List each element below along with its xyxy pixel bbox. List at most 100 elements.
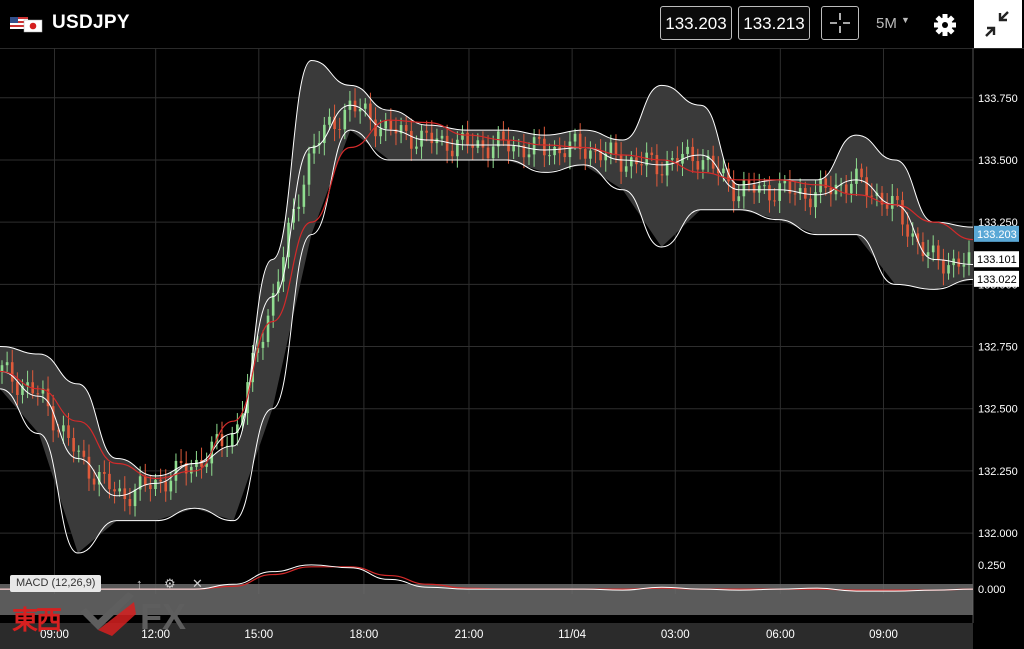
- candle-body: [92, 478, 96, 485]
- candle-body: [164, 481, 168, 492]
- crosshair-button[interactable]: [821, 6, 859, 40]
- macd-y-tick-label: 0.000: [978, 584, 1006, 596]
- candle-body: [261, 341, 265, 348]
- close-icon[interactable]: ✕: [192, 576, 203, 592]
- candle-body: [307, 153, 311, 185]
- x-tick-label: 18:00: [350, 629, 379, 641]
- y-tick-label: 132.000: [978, 528, 1018, 540]
- arrow-up-icon[interactable]: ↑: [136, 576, 143, 591]
- candle-body: [384, 119, 388, 129]
- chevron-down-icon: ▼: [901, 15, 910, 25]
- timeframe-value: 5M: [876, 15, 897, 32]
- candle-body: [220, 434, 224, 447]
- candle-body: [896, 195, 899, 201]
- current-price-tag: 133.203: [977, 229, 1017, 241]
- bid-price-button[interactable]: 133.203: [660, 6, 732, 40]
- candle-body: [149, 484, 152, 490]
- candle-body: [855, 168, 858, 184]
- candle-body: [563, 153, 567, 158]
- candle-body: [108, 473, 111, 490]
- moving-average-line: [0, 119, 974, 479]
- us-jp-flags-icon: [10, 17, 43, 33]
- candle-body: [62, 425, 65, 432]
- candle-body: [425, 130, 428, 133]
- candle-body: [230, 433, 234, 446]
- candle-body: [793, 193, 797, 195]
- candle-body: [543, 138, 546, 156]
- candle-body: [179, 460, 183, 463]
- candle-body: [338, 129, 341, 131]
- candle-body: [865, 177, 868, 196]
- candle-body: [476, 140, 480, 148]
- candle-body: [190, 466, 193, 474]
- candle-body: [870, 195, 874, 197]
- candle-body: [154, 479, 157, 490]
- gear-icon[interactable]: [930, 10, 960, 40]
- candle-body: [594, 150, 597, 152]
- collapse-button[interactable]: [974, 0, 1022, 48]
- candle-body: [660, 174, 664, 176]
- candle-body: [942, 259, 945, 274]
- candle-body: [701, 160, 705, 170]
- collapse-icon: [985, 11, 1009, 37]
- candle-body: [481, 140, 485, 148]
- candle-body: [404, 125, 408, 131]
- y-tick-label: 132.250: [978, 466, 1018, 478]
- candle-body: [363, 103, 367, 109]
- candle-body: [906, 224, 909, 237]
- candle-body: [169, 480, 173, 492]
- candle-body: [722, 168, 725, 174]
- candle-body: [937, 245, 940, 260]
- candle-body: [624, 166, 628, 172]
- candle-body: [36, 393, 40, 395]
- candle-body: [302, 184, 306, 207]
- candle-body: [630, 157, 633, 167]
- candle-body: [732, 181, 735, 202]
- candle-body: [691, 146, 695, 162]
- candle-body: [420, 130, 423, 147]
- candle-body: [650, 152, 654, 156]
- candle-body: [670, 158, 674, 160]
- candle-body: [589, 150, 592, 159]
- candle-body: [583, 149, 587, 159]
- candle-body: [757, 185, 761, 193]
- candle-body: [456, 139, 459, 157]
- symbol-name[interactable]: USDJPY: [52, 12, 130, 34]
- candle-body: [768, 185, 771, 201]
- candle-body: [133, 489, 137, 507]
- candle-body: [962, 264, 966, 267]
- candle-body: [742, 180, 746, 197]
- candle-body: [103, 472, 106, 474]
- x-tick-label: 11/04: [558, 629, 587, 641]
- candle-body: [926, 252, 930, 257]
- candle-body: [430, 132, 434, 144]
- candle-body: [548, 155, 551, 157]
- x-tick-label: 21:00: [455, 629, 484, 641]
- candle-body: [573, 133, 577, 142]
- candle-body: [379, 128, 382, 137]
- candle-body: [911, 233, 915, 237]
- candle-body: [568, 141, 572, 158]
- price-chart[interactable]: 133.750133.500133.250133.000132.750132.5…: [0, 48, 1024, 649]
- candle-body: [297, 206, 301, 209]
- candle-body: [82, 450, 86, 457]
- candle-body: [850, 183, 853, 194]
- candle-body: [947, 265, 950, 274]
- candle-body: [512, 145, 515, 152]
- candle-body: [72, 437, 75, 452]
- bollinger-upper-line: [0, 59, 974, 477]
- timeframe-select[interactable]: 5M ▼: [876, 15, 910, 32]
- ask-price-button[interactable]: 133.213: [738, 6, 810, 40]
- candle-body: [0, 365, 4, 372]
- candle-body: [860, 168, 863, 178]
- candle-body: [901, 200, 904, 225]
- candle-body: [440, 135, 444, 139]
- candle-body: [266, 315, 270, 342]
- gear-icon[interactable]: ⚙: [164, 576, 176, 592]
- candle-body: [77, 450, 81, 452]
- candle-body: [537, 137, 541, 139]
- y-tick-label: 132.500: [978, 404, 1018, 416]
- candle-body: [389, 119, 393, 130]
- watermark-logo-fx: FX: [140, 596, 187, 637]
- candle-body: [778, 183, 781, 201]
